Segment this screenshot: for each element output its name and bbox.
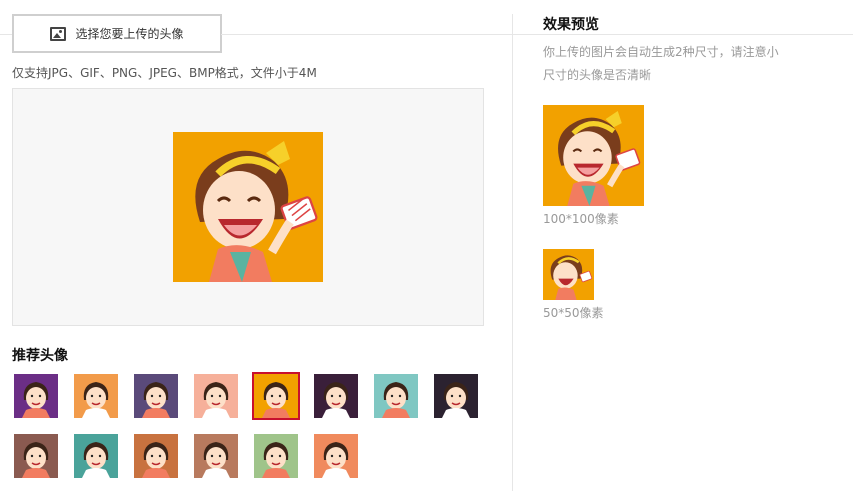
avatar-boy-cap-image <box>254 434 298 478</box>
avatar-old-man-beard-image <box>194 434 238 478</box>
preview-50-image <box>543 249 594 300</box>
avatar-girl-headband-red-image <box>74 374 118 418</box>
avatar-man-glasses-teal-image <box>74 434 118 478</box>
avatar-man-sunglasses-orange-image <box>134 434 178 478</box>
main-avatar-image[interactable] <box>173 132 323 282</box>
recommended-avatar-avatar-girl-crown[interactable] <box>12 372 60 420</box>
recommended-avatar-avatar-girl-peach[interactable] <box>192 372 240 420</box>
avatar-girl-yellow-bow-image <box>254 374 298 418</box>
preview-100-label: 100*100像素 <box>543 212 619 226</box>
recommended-avatar-avatar-man-bowtie[interactable] <box>12 432 60 480</box>
recommend-title: 推荐头像 <box>12 348 68 364</box>
girl-yellow-bow-illustration <box>173 132 323 282</box>
header-line-left <box>0 34 12 35</box>
recommended-avatar-avatar-girl-dark[interactable] <box>312 372 360 420</box>
avatar-girl-dark-image <box>314 374 358 418</box>
preview-description: 你上传的图片会自动生成2种尺寸，请注意小尺寸的头像是否清晰 <box>543 45 779 82</box>
avatar-girl-teal-image <box>374 374 418 418</box>
recommended-avatar-avatar-man-sunglasses-orange[interactable] <box>132 432 180 480</box>
recommended-avatar-avatar-man-sunglasses[interactable] <box>432 372 480 420</box>
select-avatar-label: 选择您要上传的头像 <box>75 27 184 41</box>
avatar-girl-peach-image <box>194 374 238 418</box>
select-avatar-button[interactable]: 选择您要上传的头像 <box>12 14 222 53</box>
recommended-avatar-avatar-girl-yellow-bow[interactable] <box>252 372 300 420</box>
recommended-avatar-avatar-girl-headband-red[interactable] <box>72 372 120 420</box>
recommended-avatar-avatar-boy-cap[interactable] <box>252 432 300 480</box>
image-icon <box>50 26 67 41</box>
avatar-man-bowtie-image <box>14 434 58 478</box>
girl-yellow-bow-illustration-100 <box>543 105 644 206</box>
recommended-avatar-avatar-old-man-beard[interactable] <box>192 432 240 480</box>
avatar-girl-long-hair-image <box>134 374 178 418</box>
header-line <box>221 34 853 35</box>
recommended-avatar-avatar-man-glasses-teal[interactable] <box>72 432 120 480</box>
recommended-avatar-avatar-man-orange[interactable] <box>312 432 360 480</box>
recommended-avatar-avatar-girl-long-hair[interactable] <box>132 372 180 420</box>
panel-divider <box>512 14 513 491</box>
preview-title: 效果预览 <box>543 17 599 33</box>
avatar-girl-crown-image <box>14 374 58 418</box>
girl-yellow-bow-illustration-50 <box>543 249 594 300</box>
avatar-man-sunglasses-image <box>434 374 478 418</box>
preview-50-label: 50*50像素 <box>543 306 604 320</box>
format-hint: 仅支持JPG、GIF、PNG、JPEG、BMP格式，文件小于4M <box>12 66 317 80</box>
preview-100-image <box>543 105 644 206</box>
recommended-avatar-avatar-girl-teal[interactable] <box>372 372 420 420</box>
avatar-man-orange-image <box>314 434 358 478</box>
